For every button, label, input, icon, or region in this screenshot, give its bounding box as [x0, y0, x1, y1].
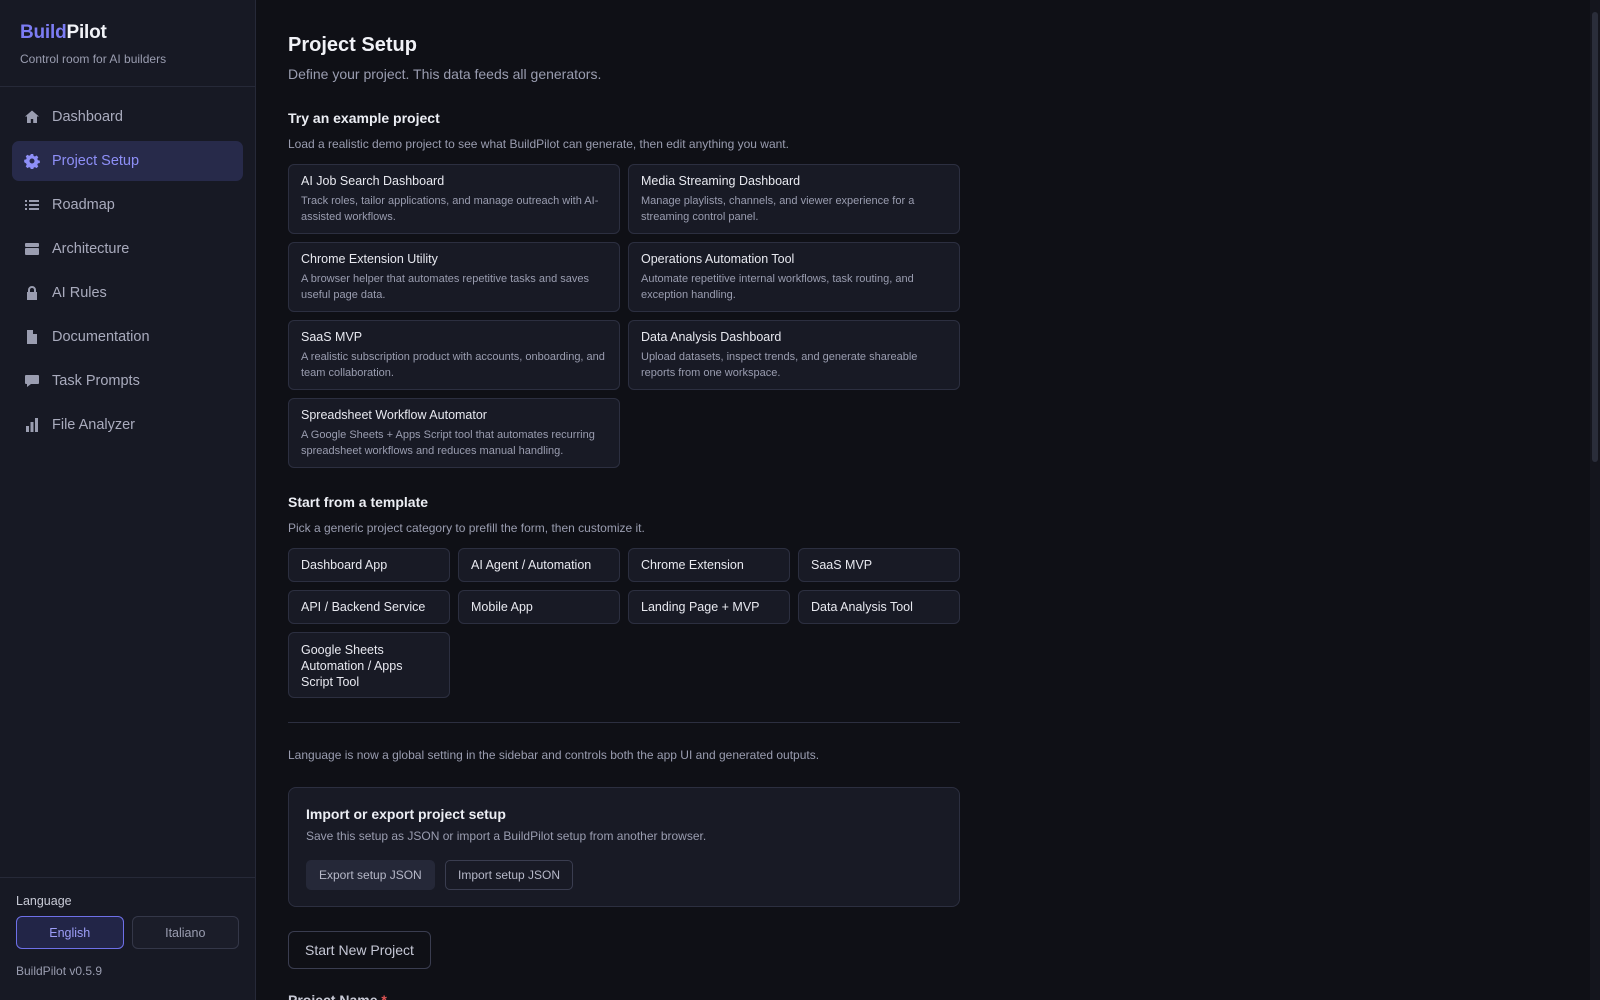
language-switcher: English Italiano [16, 916, 239, 949]
section-divider [288, 722, 960, 723]
sidebar-item-project-setup[interactable]: Project Setup [12, 141, 243, 181]
example-card-title: Spreadsheet Workflow Automator [301, 408, 487, 422]
page-subtitle: Define your project. This data feeds all… [288, 66, 602, 82]
example-card-title: Data Analysis Dashboard [641, 330, 782, 344]
example-card-operations-automation[interactable]: Operations Automation Tool Automate repe… [628, 242, 960, 312]
example-card-title: AI Job Search Dashboard [301, 174, 445, 188]
project-name-text: Project Name [288, 992, 378, 1000]
brand-name-part2: Pilot [66, 22, 107, 43]
import-export-panel: Import or export project setup Save this… [288, 787, 960, 907]
language-title: Language [16, 894, 72, 908]
brand-tagline: Control room for AI builders [20, 52, 167, 66]
language-italiano-button[interactable]: Italiano [131, 916, 239, 949]
template-landing-page[interactable]: Landing Page + MVP [628, 590, 790, 624]
example-card-chrome-extension[interactable]: Chrome Extension Utility A browser helpe… [288, 242, 620, 312]
list-icon [25, 200, 39, 210]
examples-section-title: Try an example project [288, 110, 440, 126]
import-json-button[interactable]: Import setup JSON [445, 860, 574, 890]
sidebar-item-label: Project Setup [52, 153, 140, 169]
template-dashboard-app[interactable]: Dashboard App [288, 548, 450, 582]
sidebar-item-task-prompts[interactable]: Task Prompts [12, 361, 243, 401]
template-mobile-app[interactable]: Mobile App [458, 590, 620, 624]
template-api-backend[interactable]: API / Backend Service [288, 590, 450, 624]
brand-name-part1: Build [20, 22, 67, 43]
brand-logo[interactable]: BuildPilot [20, 22, 235, 44]
import-export-title: Import or export project setup [306, 806, 506, 822]
example-card-desc: Track roles, tailor applications, and ma… [301, 195, 599, 223]
template-google-sheets[interactable]: Google Sheets Automation / Apps Script T… [288, 632, 450, 698]
home-icon [25, 110, 39, 123]
example-card-desc: Manage playlists, channels, and viewer e… [641, 195, 915, 223]
templates-section-title: Start from a template [288, 494, 429, 510]
import-export-subtitle: Save this setup as JSON or import a Buil… [306, 829, 707, 843]
example-card-spreadsheet-automator[interactable]: Spreadsheet Workflow Automator A Google … [288, 398, 620, 468]
sidebar-item-label: Roadmap [52, 197, 115, 213]
example-card-desc: A browser helper that automates repetiti… [301, 273, 589, 301]
brand: BuildPilot Control room for AI builders [0, 0, 255, 87]
sidebar-item-label: Architecture [52, 241, 130, 257]
document-icon [27, 330, 37, 344]
example-card-data-analysis[interactable]: Data Analysis Dashboard Upload datasets,… [628, 320, 960, 390]
language-note: Language is now a global setting in the … [288, 748, 820, 762]
sidebar-item-file-analyzer[interactable]: File Analyzer [12, 405, 243, 445]
templates-section-subtitle: Pick a generic project category to prefi… [288, 521, 645, 535]
sidebar-item-ai-rules[interactable]: AI Rules [12, 273, 243, 313]
example-card-desc: A Google Sheets + Apps Script tool that … [301, 429, 595, 457]
sidebar-item-label: AI Rules [52, 285, 107, 301]
start-new-project-button[interactable]: Start New Project [288, 931, 431, 969]
language-english-button[interactable]: English [16, 916, 124, 949]
example-card-desc: Automate repetitive internal workflows, … [641, 273, 914, 301]
example-card-title: Operations Automation Tool [641, 252, 795, 266]
example-card-media-streaming[interactable]: Media Streaming Dashboard Manage playlis… [628, 164, 960, 234]
gear-icon [24, 154, 40, 169]
box-icon [25, 243, 39, 255]
example-card-desc: Upload datasets, inspect trends, and gen… [641, 351, 918, 379]
sidebar-nav: Dashboard Project Setup Roadmap Architec… [0, 87, 255, 459]
example-card-title: SaaS MVP [301, 330, 363, 344]
sidebar-item-label: Task Prompts [52, 373, 140, 389]
template-data-analysis[interactable]: Data Analysis Tool [798, 590, 960, 624]
bar-chart-icon [26, 418, 38, 432]
sidebar-item-architecture[interactable]: Architecture [12, 229, 243, 269]
examples-section-subtitle: Load a realistic demo project to see wha… [288, 137, 789, 151]
scrollbar-thumb[interactable] [1592, 12, 1598, 462]
example-card-saas-mvp[interactable]: SaaS MVP A realistic subscription produc… [288, 320, 620, 390]
app-version: BuildPilot v0.5.9 [16, 964, 103, 978]
lock-icon [27, 286, 37, 300]
sidebar-item-documentation[interactable]: Documentation [12, 317, 243, 357]
template-saas-mvp[interactable]: SaaS MVP [798, 548, 960, 582]
sidebar: BuildPilot Control room for AI builders … [0, 0, 256, 1000]
chat-bubble-icon [25, 375, 39, 387]
template-chrome-extension[interactable]: Chrome Extension [628, 548, 790, 582]
template-ai-agent[interactable]: AI Agent / Automation [458, 548, 620, 582]
sidebar-item-label: Documentation [52, 329, 150, 345]
sidebar-item-dashboard[interactable]: Dashboard [12, 97, 243, 137]
sidebar-item-roadmap[interactable]: Roadmap [12, 185, 243, 225]
example-card-title: Chrome Extension Utility [301, 252, 438, 266]
sidebar-item-label: Dashboard [52, 109, 123, 125]
sidebar-footer: Language English Italiano BuildPilot v0.… [0, 877, 255, 1000]
page-title: Project Setup [288, 34, 417, 56]
project-name-label: Project Name * [288, 992, 387, 1000]
scrollbar-track[interactable] [1590, 0, 1600, 1000]
required-marker: * [381, 992, 387, 1000]
export-json-button[interactable]: Export setup JSON [306, 860, 435, 890]
sidebar-item-label: File Analyzer [52, 417, 136, 433]
example-card-ai-job-search[interactable]: AI Job Search Dashboard Track roles, tai… [288, 164, 620, 234]
example-card-desc: A realistic subscription product with ac… [301, 351, 605, 379]
example-card-title: Media Streaming Dashboard [641, 174, 801, 188]
